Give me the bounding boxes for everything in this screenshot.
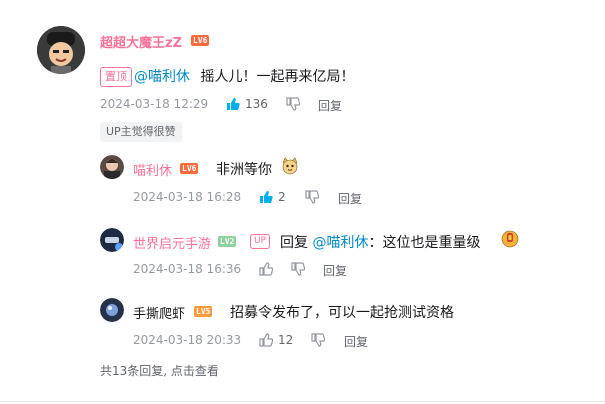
comment-text: ：这位也是重量级 [368,235,481,251]
mention-link[interactable]: @喵利休 [134,69,190,85]
comment-text: 招募令发布了，可以一起抢测试资格 [230,305,454,321]
reply-1-content: 非洲等你 [216,159,272,179]
like-count: 12 [278,333,294,347]
reply-button[interactable]: 回复 [338,190,362,207]
dislike-icon[interactable] [305,189,320,208]
dislike-icon[interactable] [311,332,326,351]
reply-button[interactable]: 回复 [323,262,347,279]
avatar-reply-3[interactable] [100,298,124,322]
reply-1-timestamp: 2024-03-18 16:28 [133,190,242,204]
reply-button[interactable]: 回复 [318,97,342,114]
level-badge: LV6 [180,163,199,174]
avatar-reply-1[interactable] [100,155,124,179]
dislike-icon[interactable] [291,261,306,280]
comment-text: 摇人儿！一起再来亿局！ [200,69,355,85]
like-icon[interactable] [259,261,274,280]
mention-link[interactable]: @喵利休 [312,235,368,251]
like-count: 136 [245,97,268,111]
reply-2-content: 回复 @喵利休：这位也是重量级 [280,232,480,252]
avatar-main[interactable] [37,26,85,74]
cat-emoji-icon [281,157,299,179]
level-badge: LV2 [218,236,237,247]
like-icon[interactable] [259,332,274,351]
reply-3-timestamp: 2024-03-18 20:33 [133,333,242,347]
main-username[interactable]: 超超大魔王zZ [100,32,182,51]
reply-2-username[interactable]: 世界启元手游 [133,233,211,252]
level-badge: LV5 [194,306,213,317]
bow-emoji-icon [501,230,519,252]
main-comment-content: @喵利休 摇人儿！一起再来亿局！ [134,66,354,86]
comment-text: 非洲等你 [216,162,272,178]
dislike-icon[interactable] [286,96,301,115]
reply-3-username[interactable]: 手撕爬虾 [133,303,185,322]
view-more-replies-link[interactable]: 共13条回复, 点击查看 [100,362,219,379]
level-badge: LV6 [191,35,210,46]
main-timestamp: 2024-03-18 12:29 [100,97,209,111]
reply-2-timestamp: 2024-03-18 16:36 [133,262,242,276]
like-count: 2 [278,190,286,204]
divider [0,401,605,402]
avatar-reply-2[interactable] [100,228,124,252]
like-icon[interactable] [259,189,273,208]
pinned-tag: 置顶 [100,67,132,87]
reply-1-username[interactable]: 喵利休 [133,160,172,179]
reply-3-content: 招募令发布了，可以一起抢测试资格 [230,302,454,322]
up-tag: UP [250,234,271,249]
up-liked-badge: UP主觉得很赞 [100,122,182,142]
reply-button[interactable]: 回复 [344,333,368,350]
like-icon[interactable] [226,96,240,115]
reply-prefix: 回复 [280,235,308,251]
